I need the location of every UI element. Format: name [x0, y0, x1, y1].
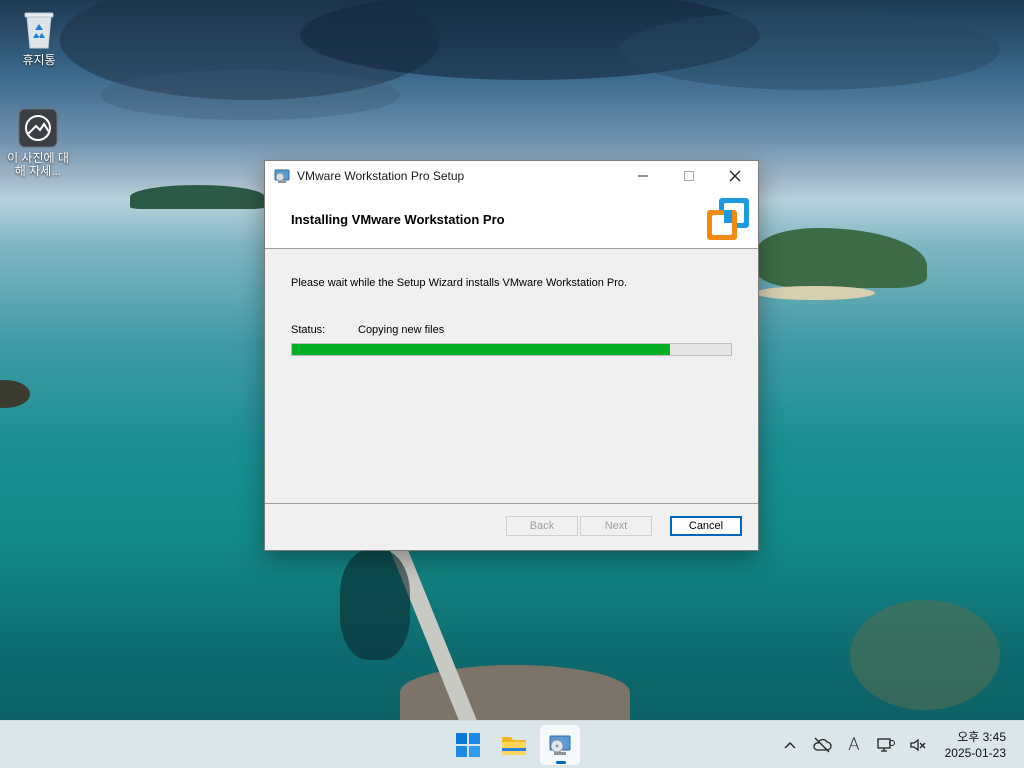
clock-time: 오후 3:45: [957, 730, 1006, 744]
input-method-indicator[interactable]: A: [844, 735, 864, 755]
system-tray: A: [780, 721, 928, 768]
windows-logo-icon: [456, 733, 480, 757]
ime-icon: A: [848, 735, 860, 755]
recycle-bin-shortcut[interactable]: 휴지통: [7, 10, 71, 67]
photo-info-shortcut[interactable]: 이 사진에 대해 자세...: [6, 108, 70, 178]
status-value: Copying new files: [358, 324, 445, 336]
taskbar-apps: [448, 725, 580, 765]
status-row: Status: Copying new files: [291, 324, 444, 336]
status-label: Status:: [291, 324, 326, 336]
wizard-body: Please wait while the Setup Wizard insta…: [265, 249, 758, 501]
setup-window: VMware Workstation Pro Setup Installing …: [264, 160, 759, 551]
vmware-setup-taskbar-button[interactable]: [540, 725, 580, 765]
minimize-button[interactable]: [620, 161, 666, 191]
start-button[interactable]: [448, 725, 488, 765]
window-title: VMware Workstation Pro Setup: [297, 169, 465, 183]
installer-icon: [274, 169, 290, 183]
close-icon: [729, 170, 741, 182]
cancel-button[interactable]: Cancel: [670, 516, 742, 536]
progress-fill: [292, 344, 670, 355]
photo-info-icon: [18, 108, 58, 148]
recycle-bin-icon: [24, 12, 54, 49]
install-description: Please wait while the Setup Wizard insta…: [291, 277, 628, 289]
wizard-heading: Installing VMware Workstation Pro: [291, 212, 505, 227]
network-display-status[interactable]: [876, 735, 896, 755]
maximize-button[interactable]: [666, 161, 712, 191]
clock-date: 2025-01-23: [944, 746, 1006, 760]
cloud-offline-icon: [813, 737, 832, 753]
recycle-bin-label: 휴지통: [22, 53, 56, 67]
maximize-icon: [684, 171, 694, 181]
display-icon: [877, 738, 895, 752]
speaker-muted-icon: [910, 738, 926, 752]
taskbar: A 오후 3:45 2025-01-23: [0, 720, 1024, 768]
vmware-logo-icon: [707, 198, 749, 240]
chevron-up-icon: [784, 742, 796, 749]
photo-info-label: 이 사진에 대해 자세...: [7, 151, 69, 178]
back-button[interactable]: Back: [506, 516, 578, 536]
show-hidden-icons-button[interactable]: [780, 735, 800, 755]
file-explorer-button[interactable]: [494, 725, 534, 765]
volume-button[interactable]: [908, 735, 928, 755]
next-button[interactable]: Next: [580, 516, 652, 536]
close-button[interactable]: [712, 161, 758, 191]
onedrive-status[interactable]: [812, 735, 832, 755]
title-bar[interactable]: VMware Workstation Pro Setup: [265, 161, 758, 191]
wizard-footer: Back Next Cancel: [265, 504, 758, 550]
wizard-banner: Installing VMware Workstation Pro: [265, 191, 758, 249]
folder-icon: [502, 737, 526, 755]
installer-icon: [549, 735, 571, 755]
taskbar-clock[interactable]: 오후 3:45 2025-01-23: [945, 729, 1006, 761]
install-progress-bar: [291, 343, 732, 356]
minimize-icon: [638, 175, 648, 177]
